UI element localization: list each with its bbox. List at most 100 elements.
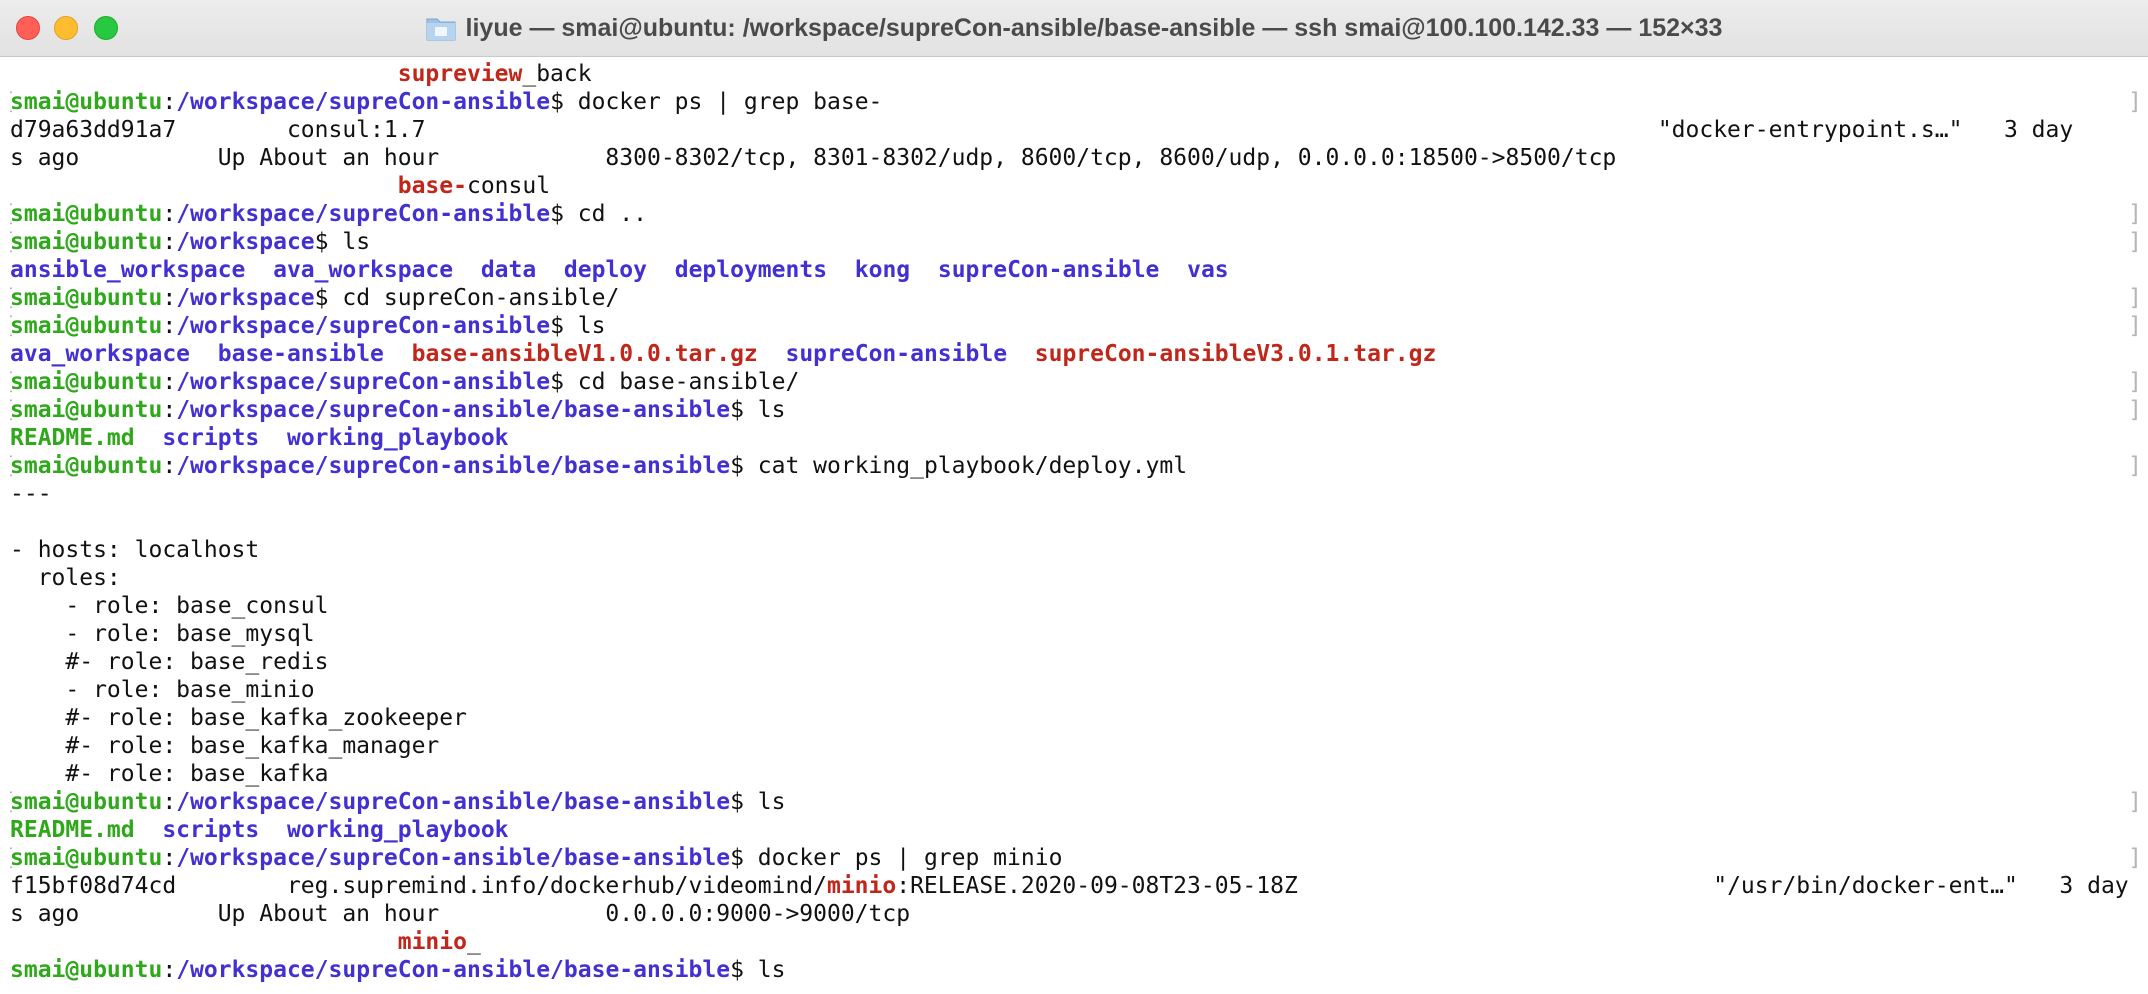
grep-match: minio xyxy=(397,929,467,955)
mark-bracket-left: [ xyxy=(10,844,16,872)
output-line: #- role: base_kafka_manager xyxy=(10,732,2140,760)
grep-match: supreview xyxy=(397,61,523,87)
prompt-separator: : xyxy=(162,453,177,479)
terminal-output[interactable]: supreview_back[]smai@ubuntu:/workspace/s… xyxy=(10,60,2140,984)
directory-entry: ava_workspace xyxy=(273,257,454,283)
directory-entry: scripts xyxy=(162,817,260,843)
output-line: --- xyxy=(10,480,2140,508)
mark-bracket-right: ] xyxy=(2128,312,2140,340)
mark-bracket-left: [ xyxy=(10,284,16,312)
output-line: base-consul xyxy=(10,172,2140,200)
prompt-line: [] smai@ubuntu:/workspace/supreCon-ansibl… xyxy=(10,396,2140,424)
prompt-separator: : xyxy=(162,845,177,871)
prompt-path: /workspace xyxy=(176,285,315,311)
directory-entry: base-ansible xyxy=(217,341,384,367)
output-text: d79a63dd91a7 consul:1.7 "docker-entrypoi… xyxy=(10,117,2074,143)
directory-entry: supreCon-ansible xyxy=(937,257,1160,283)
output-text: s ago Up About an hour 8300-8302/tcp, 83… xyxy=(10,145,1617,171)
prompt-line: [] smai@ubuntu:/workspace/supreCon-ansibl… xyxy=(10,88,2140,116)
output-line: README.md scripts working_playbook xyxy=(10,424,2140,452)
prompt-user: smai@ubuntu xyxy=(10,201,163,227)
output-line: d79a63dd91a7 consul:1.7 "docker-entrypoi… xyxy=(10,116,2140,144)
command-text: $ cd supreCon-ansible/ xyxy=(314,285,620,311)
output-line: - role: base_mysql xyxy=(10,620,2140,648)
window-title: liyue — smai@ubuntu: /workspace/supreCon… xyxy=(465,13,1723,42)
prompt-separator: : xyxy=(162,229,177,255)
prompt-path: /workspace/supreCon-ansible/base-ansible xyxy=(176,845,731,871)
prompt-separator: : xyxy=(162,789,177,815)
prompt-path: /workspace/supreCon-ansible xyxy=(176,369,551,395)
file-entry: supreCon-ansibleV3.0.1.tar.gz xyxy=(1034,341,1437,367)
prompt-line: [] smai@ubuntu:/workspace/supreCon-ansibl… xyxy=(10,452,2140,480)
prompt-user: smai@ubuntu xyxy=(10,453,163,479)
prompt-user: smai@ubuntu xyxy=(10,229,163,255)
prompt-line: [] smai@ubuntu:/workspace/supreCon-ansibl… xyxy=(10,368,2140,396)
mark-bracket-right: ] xyxy=(2128,452,2140,480)
output-text: --- xyxy=(10,481,52,507)
directory-entry: deployments xyxy=(674,257,828,283)
prompt-path: /workspace/supreCon-ansible/base-ansible xyxy=(176,789,731,815)
directory-entry: supreCon-ansible xyxy=(785,341,1008,367)
mark-bracket-left: [ xyxy=(10,788,16,816)
prompt-path: /workspace/supreCon-ansible xyxy=(176,89,551,115)
output-line: roles: xyxy=(10,564,2140,592)
output-line: ansible_workspace ava_workspace data dep… xyxy=(10,256,2140,284)
output-text: - role: base_minio xyxy=(10,677,315,703)
output-line: - hosts: localhost xyxy=(10,536,2140,564)
directory-entry: vas xyxy=(1187,257,1229,283)
file-entry: README.md xyxy=(10,425,135,451)
command-text: $ ls xyxy=(730,789,786,815)
prompt-line: [] smai@ubuntu:/workspace$ cd supreCon-an… xyxy=(10,284,2140,312)
output-text: #- role: base_kafka_zookeeper xyxy=(10,705,467,731)
mark-bracket-left: [ xyxy=(10,200,16,228)
output-line: f15bf08d74cd reg.supremind.info/dockerhu… xyxy=(10,872,2140,900)
title-bar[interactable]: liyue — smai@ubuntu: /workspace/supreCon… xyxy=(0,0,2148,57)
prompt-separator: : xyxy=(162,313,177,339)
prompt-line: [] smai@ubuntu:/workspace/supreCon-ansibl… xyxy=(10,200,2140,228)
output-line: #- role: base_kafka xyxy=(10,760,2140,788)
command-text: $ docker ps | grep base- xyxy=(550,89,883,115)
output-text: :RELEASE.2020-09-08T23-05-18Z "/usr/bin/… xyxy=(896,873,2129,899)
mark-bracket-left: [ xyxy=(10,452,16,480)
output-text: s ago Up About an hour 0.0.0.0:9000->900… xyxy=(10,901,911,927)
directory-entry: scripts xyxy=(162,425,260,451)
directory-entry: ava_workspace xyxy=(10,341,191,367)
file-entry: base-ansibleV1.0.0.tar.gz xyxy=(411,341,758,367)
mark-bracket-left: [ xyxy=(10,312,16,340)
command-text: $ ls xyxy=(730,957,786,983)
directory-entry: ansible_workspace xyxy=(10,257,246,283)
directory-entry: working_playbook xyxy=(286,817,509,843)
mark-bracket-right: ] xyxy=(2128,284,2140,312)
mark-bracket-right: ] xyxy=(2128,844,2140,872)
prompt-path: /workspace/supreCon-ansible/base-ansible xyxy=(176,453,731,479)
command-text: $ cd base-ansible/ xyxy=(550,369,800,395)
output-line: supreview_back xyxy=(10,60,2140,88)
prompt-user: smai@ubuntu xyxy=(10,957,163,983)
output-text: #- role: base_kafka xyxy=(10,761,329,787)
prompt-separator: : xyxy=(162,89,177,115)
command-text: $ cat working_playbook/deploy.yml xyxy=(730,453,1188,479)
file-entry: README.md xyxy=(10,817,135,843)
output-text: _ xyxy=(466,929,481,955)
output-text: #- role: base_redis xyxy=(10,649,329,675)
command-text: $ ls xyxy=(550,313,606,339)
prompt-path: /workspace/supreCon-ansible/base-ansible xyxy=(176,397,731,423)
prompt-user: smai@ubuntu xyxy=(10,89,163,115)
prompt-line: [] smai@ubuntu:/workspace$ ls xyxy=(10,228,2140,256)
prompt-path: /workspace/supreCon-ansible xyxy=(176,313,551,339)
grep-match: base- xyxy=(397,173,467,199)
prompt-line: [] smai@ubuntu:/workspace/supreCon-ansibl… xyxy=(10,312,2140,340)
prompt-path: /workspace/supreCon-ansible/base-ansible xyxy=(176,957,731,983)
